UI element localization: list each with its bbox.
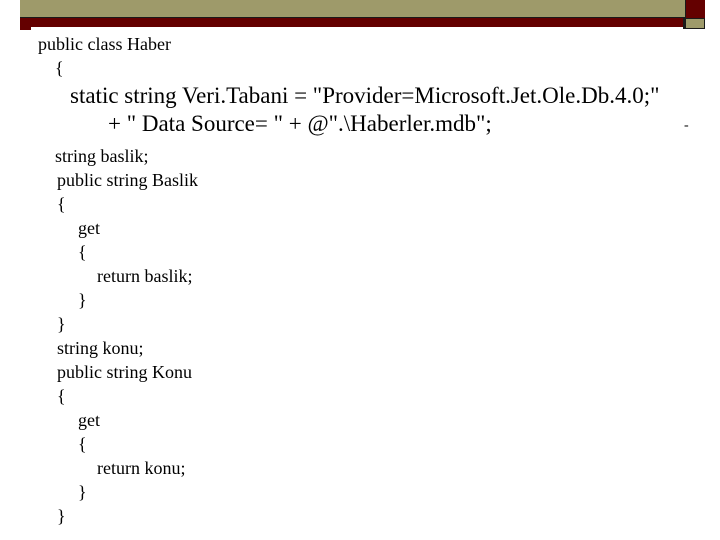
code-line: } bbox=[78, 482, 87, 502]
code-line: { bbox=[57, 386, 66, 406]
code-line: static string Veri.Tabani = "Provider=Mi… bbox=[70, 83, 660, 108]
code-line: } bbox=[57, 506, 66, 526]
corner-red-square bbox=[685, 0, 705, 18]
code-line: { bbox=[57, 194, 66, 214]
code-line: get bbox=[78, 410, 100, 430]
code-line: public string Konu bbox=[57, 362, 192, 382]
header-red-band bbox=[20, 18, 685, 27]
code-line: + " Data Source= " + @".\Haberler.mdb"; bbox=[108, 111, 492, 136]
header-olive-band bbox=[20, 0, 685, 18]
code-line: public string Baslik bbox=[57, 170, 198, 190]
code-line: { bbox=[78, 242, 87, 262]
code-line: string konu; bbox=[57, 338, 144, 358]
code-line: public class Haber bbox=[38, 34, 171, 54]
code-line: { bbox=[55, 58, 64, 78]
code-line: return konu; bbox=[97, 458, 186, 478]
trailing-mark: - bbox=[684, 118, 689, 133]
code-line: get bbox=[78, 218, 100, 238]
header-red-tab bbox=[20, 27, 31, 30]
corner-olive-square bbox=[685, 18, 705, 29]
code-line: } bbox=[78, 290, 87, 310]
code-line: } bbox=[57, 314, 66, 334]
code-line: string baslik; bbox=[55, 146, 149, 166]
code-line: return baslik; bbox=[97, 266, 193, 286]
code-line: { bbox=[78, 434, 87, 454]
